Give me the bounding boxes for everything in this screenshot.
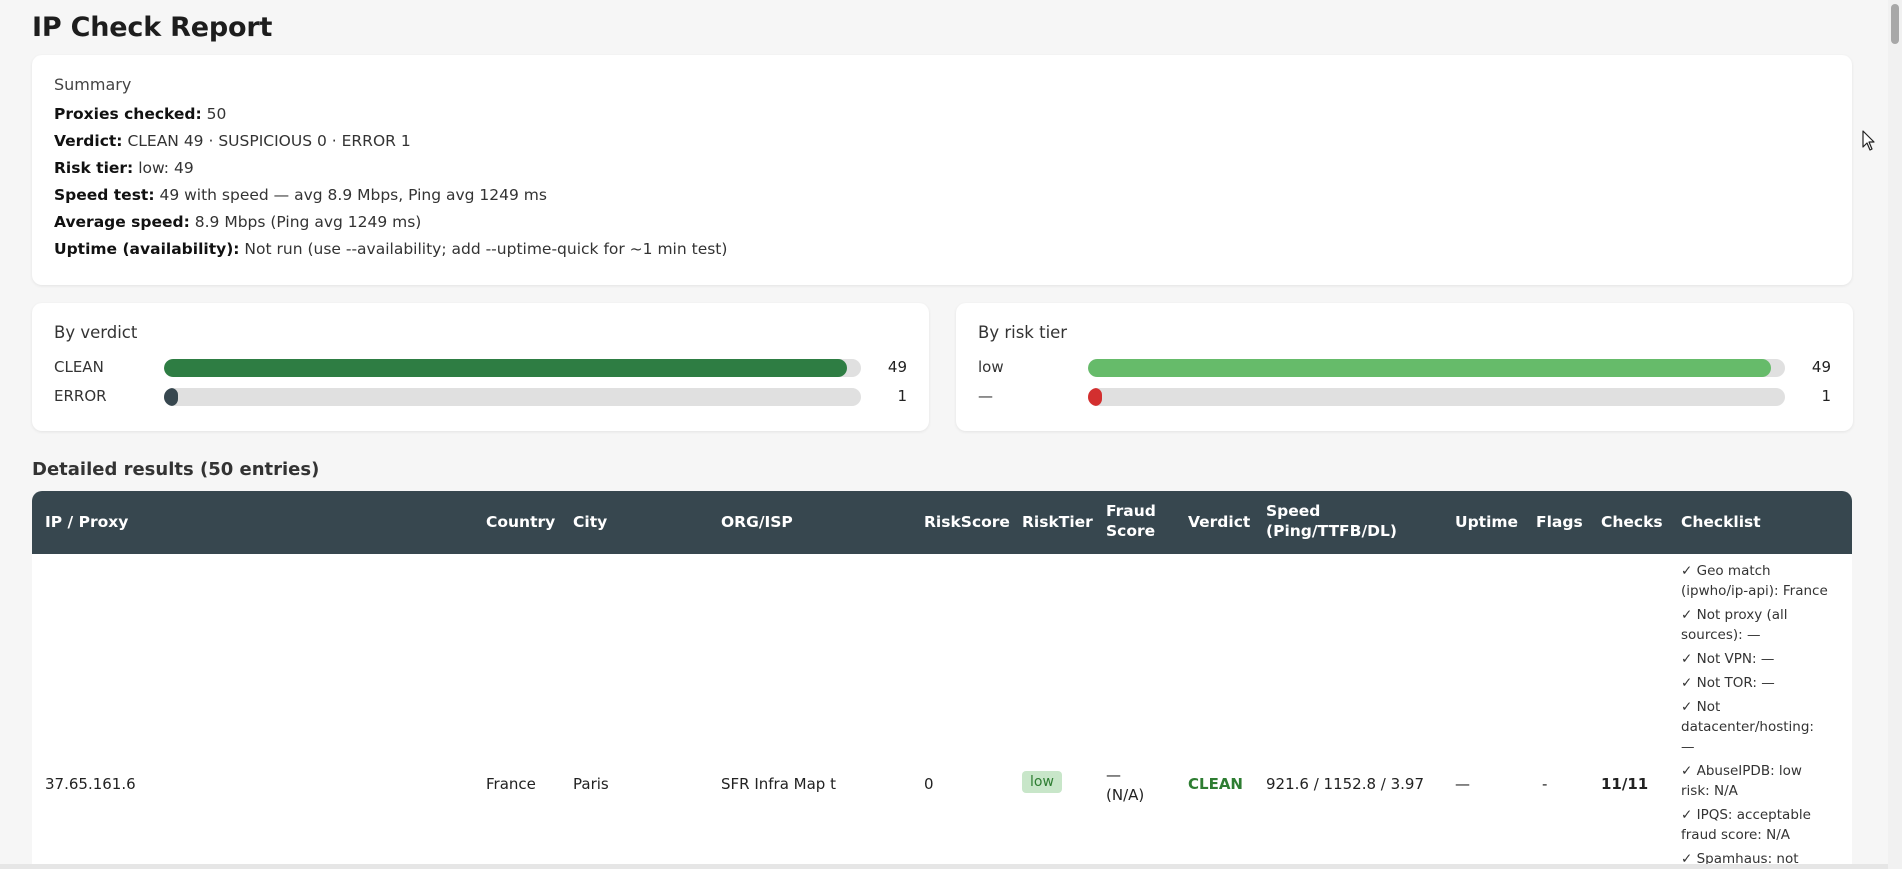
verdict-bar-fill [164, 359, 847, 377]
summary-card: Summary Proxies checked: 50 Verdict: CLE… [32, 55, 1852, 285]
verdict-label: CLEAN [54, 358, 104, 376]
risk-row-none: — 1 [978, 387, 1831, 407]
col-flags[interactable]: Flags [1536, 512, 1583, 532]
col-ip[interactable]: IP / Proxy [45, 512, 128, 532]
cell-riskscore: 0 [924, 775, 934, 793]
cell-fraud: — (N/A) [1106, 766, 1145, 804]
cell-uptime: — [1455, 775, 1470, 793]
col-riskscore[interactable]: RiskScore [924, 512, 1010, 532]
col-verdict[interactable]: Verdict [1188, 512, 1250, 532]
table-header: IP / Proxy Country City ORG/ISP RiskScor… [32, 491, 1852, 554]
verdict-bar-track [164, 388, 861, 406]
col-checklist[interactable]: Checklist [1681, 512, 1761, 532]
checklist-item: ✓ Not datacenter/hosting: — [1681, 699, 1814, 755]
verdict-bar-track [164, 359, 861, 377]
page-title: IP Check Report [32, 12, 273, 43]
summary-row-proxies: Proxies checked: 50 [54, 105, 227, 123]
risk-bar-track [1088, 388, 1785, 406]
risk-label: — [978, 387, 993, 405]
risk-row-low: low 49 [978, 358, 1831, 378]
cell-org: SFR Infra Map t [721, 775, 836, 793]
checklist-item: ✓ Not TOR: — [1681, 675, 1775, 691]
cell-flags: - [1542, 775, 1548, 793]
summary-row-uptime: Uptime (availability): Not run (use --av… [54, 240, 728, 258]
by-risk-heading: By risk tier [978, 323, 1068, 342]
cell-city: Paris [573, 775, 609, 793]
verdict-bar-fill [164, 388, 178, 406]
cell-country: France [486, 775, 536, 793]
col-country[interactable]: Country [486, 512, 555, 532]
verdict-count: 1 [897, 387, 907, 405]
details-title: Detailed results (50 entries) [32, 459, 320, 480]
col-uptime[interactable]: Uptime [1455, 512, 1518, 532]
vertical-scrollbar[interactable] [1888, 0, 1902, 869]
verdict-row-clean: CLEAN 49 [54, 358, 907, 378]
checklist-item: ✓ Not VPN: — [1681, 651, 1775, 667]
cell-checks: 11/11 [1601, 775, 1649, 793]
by-verdict-heading: By verdict [54, 323, 138, 342]
results-table: IP / Proxy Country City ORG/ISP RiskScor… [32, 491, 1852, 869]
verdict-label: ERROR [54, 387, 107, 405]
horizontal-scrollbar[interactable] [0, 864, 1888, 869]
verdict-count: 49 [887, 358, 907, 376]
checklist-item: ✓ IPQS: acceptable fraud score: N/A [1681, 807, 1811, 843]
cell-checklist: ✓ Geo match (ipwho/ip-api): France ✓ Not… [1681, 561, 1831, 869]
risk-bar-track [1088, 359, 1785, 377]
col-checks[interactable]: Checks [1601, 512, 1663, 532]
cell-verdict: CLEAN [1188, 775, 1243, 793]
mouse-cursor-icon [1862, 130, 1875, 151]
risk-count: 49 [1811, 358, 1831, 376]
risk-count: 1 [1821, 387, 1831, 405]
risk-bar-fill [1088, 388, 1102, 406]
col-risktier[interactable]: RiskTier [1022, 512, 1093, 532]
summary-row-speed-test: Speed test: 49 with speed — avg 8.9 Mbps… [54, 186, 547, 204]
scrollbar-thumb[interactable] [1891, 4, 1899, 44]
col-city[interactable]: City [573, 512, 607, 532]
verdict-row-error: ERROR 1 [54, 387, 907, 407]
risk-bar-fill [1088, 359, 1771, 377]
by-verdict-card: By verdict CLEAN 49 ERROR 1 [32, 303, 929, 431]
summary-row-risk: Risk tier: low: 49 [54, 159, 194, 177]
col-org[interactable]: ORG/ISP [721, 512, 793, 532]
by-risk-card: By risk tier low 49 — 1 [956, 303, 1853, 431]
risk-tier-badge: low [1022, 771, 1062, 793]
checklist-item: ✓ Not proxy (all sources): — [1681, 607, 1788, 643]
summary-row-verdict: Verdict: CLEAN 49 · SUSPICIOUS 0 · ERROR… [54, 132, 411, 150]
col-fraud[interactable]: Fraud Score [1106, 501, 1156, 541]
cell-ip: 37.65.161.6 [45, 775, 136, 793]
checklist-item: ✓ AbuseIPDB: low risk: N/A [1681, 763, 1802, 799]
col-speed[interactable]: Speed (Ping/TTFB/DL) [1266, 501, 1397, 541]
summary-heading: Summary [54, 75, 132, 94]
risk-label: low [978, 358, 1004, 376]
cell-speed: 921.6 / 1152.8 / 3.97 [1266, 775, 1425, 793]
checklist-item: ✓ Geo match (ipwho/ip-api): France [1681, 563, 1828, 599]
summary-row-avg-speed: Average speed: 8.9 Mbps (Ping avg 1249 m… [54, 213, 422, 231]
